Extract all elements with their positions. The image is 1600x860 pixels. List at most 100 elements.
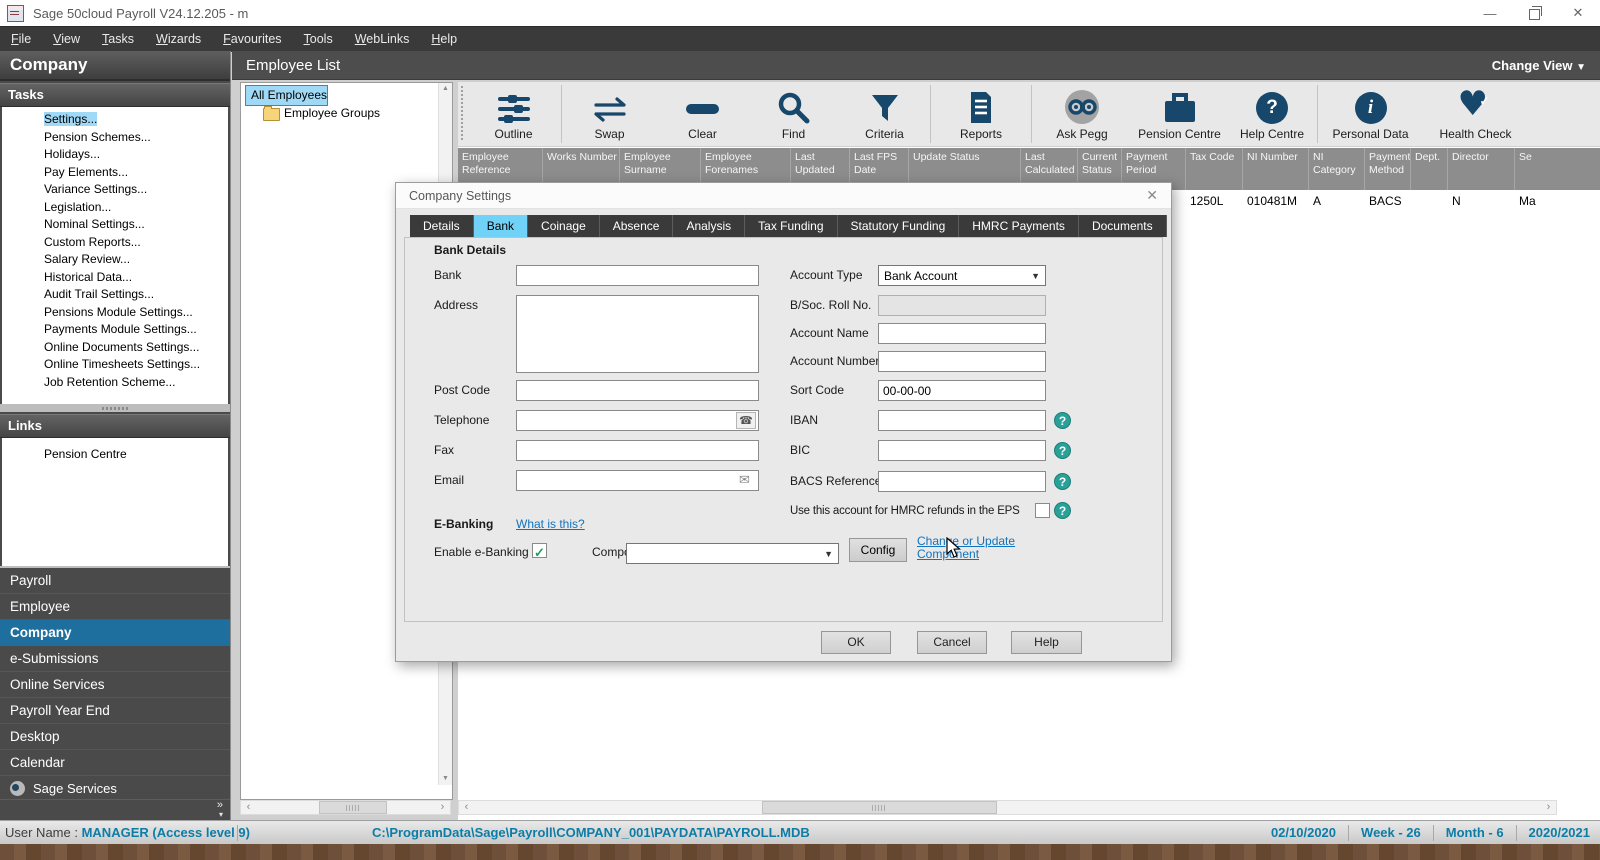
tab-absence[interactable]: Absence [599, 215, 674, 237]
column-header[interactable]: Se [1514, 148, 1600, 190]
close-button[interactable]: ✕ [1556, 0, 1600, 26]
email-input[interactable] [516, 470, 759, 491]
change-component-link-line1[interactable]: Change or Update [917, 534, 1015, 548]
account-number-input[interactable] [878, 351, 1046, 372]
task-item-job-retention[interactable]: Job Retention Scheme... [2, 374, 228, 392]
tree-horizontal-scrollbar[interactable]: ‹ › [240, 800, 451, 815]
nav-item-online-services[interactable]: Online Services [0, 672, 230, 698]
menu-item-help[interactable]: Help [420, 27, 468, 52]
toolbar-drag-handle[interactable] [458, 86, 466, 142]
sort-code-input[interactable] [878, 380, 1046, 401]
task-item-settings[interactable]: Settings... [2, 111, 228, 129]
telephone-input[interactable] [516, 410, 759, 431]
scroll-up-icon[interactable]: ▲ [442, 83, 449, 95]
scroll-right-icon[interactable]: › [435, 801, 450, 814]
tab-bank[interactable]: Bank [473, 215, 529, 237]
nav-item-desktop[interactable]: Desktop [0, 724, 230, 750]
tab-hmrc-payments[interactable]: HMRC Payments [959, 215, 1079, 237]
task-item-historical-data[interactable]: Historical Data... [2, 269, 228, 287]
cancel-button[interactable]: Cancel [917, 631, 987, 654]
tab-details[interactable]: Details [410, 215, 474, 237]
component-select[interactable]: ▼ [626, 543, 839, 564]
outline-button[interactable]: Outline [466, 82, 561, 146]
bic-input[interactable] [878, 440, 1046, 461]
phone-icon[interactable]: ☎ [736, 412, 756, 429]
address-textarea[interactable] [516, 295, 759, 373]
menu-item-tasks[interactable]: Tasks [91, 27, 145, 52]
task-item-salary-review[interactable]: Salary Review... [2, 251, 228, 269]
menu-item-view[interactable]: View [42, 27, 91, 52]
envelope-icon[interactable]: ✉ [739, 472, 750, 488]
scrollbar-track[interactable] [256, 801, 435, 814]
scroll-right-icon[interactable]: › [1541, 801, 1556, 814]
iban-input[interactable] [878, 410, 1046, 431]
nav-item-company[interactable]: Company [0, 620, 230, 646]
iban-help-icon[interactable]: ? [1054, 412, 1071, 429]
bacs-reference-input[interactable] [878, 471, 1046, 492]
nav-item-payroll[interactable]: Payroll [0, 568, 230, 594]
column-header[interactable]: Tax Code [1185, 148, 1242, 190]
task-item-pension-schemes[interactable]: Pension Schemes... [2, 129, 228, 147]
bic-help-icon[interactable]: ? [1054, 442, 1071, 459]
scroll-down-icon[interactable]: ▼ [442, 773, 449, 785]
swap-button[interactable]: Swap [562, 82, 657, 146]
task-item-legislation[interactable]: Legislation... [2, 199, 228, 217]
task-item-holidays[interactable]: Holidays... [2, 146, 228, 164]
column-header[interactable]: Payment Method [1364, 148, 1410, 190]
column-header[interactable]: Dept. [1410, 148, 1447, 190]
nav-item-sage-services[interactable]: Sage Services [0, 776, 230, 800]
scroll-left-icon[interactable]: ‹ [241, 801, 256, 814]
eps-help-icon[interactable]: ? [1054, 502, 1071, 519]
task-item-pensions-module[interactable]: Pensions Module Settings... [2, 304, 228, 322]
menu-item-weblinks[interactable]: WebLinks [344, 27, 421, 52]
nav-item-calendar[interactable]: Calendar [0, 750, 230, 776]
config-button[interactable]: Config [849, 538, 907, 562]
ok-button[interactable]: OK [821, 631, 891, 654]
tree-item-all-employees[interactable]: + All Employees [245, 84, 452, 106]
column-header[interactable]: NI Category [1308, 148, 1364, 190]
nav-item-e-submissions[interactable]: e-Submissions [0, 646, 230, 672]
link-item-pension-centre[interactable]: Pension Centre [2, 446, 228, 464]
what-is-this-link[interactable]: What is this? [516, 517, 585, 531]
minimize-button[interactable]: — [1468, 0, 1512, 26]
enable-ebanking-checkbox[interactable]: ✓ [532, 543, 547, 559]
column-header[interactable]: Director [1447, 148, 1514, 190]
criteria-button[interactable]: Criteria [839, 82, 930, 146]
dialog-close-icon[interactable]: ✕ [1146, 187, 1158, 204]
tab-analysis[interactable]: Analysis [673, 215, 746, 237]
task-item-pay-elements[interactable]: Pay Elements... [2, 164, 228, 182]
task-item-audit-trail[interactable]: Audit Trail Settings... [2, 286, 228, 304]
nav-overflow-bar[interactable]: » ▾ [0, 799, 230, 820]
help-centre-button[interactable]: ? Help Centre [1227, 82, 1317, 146]
tab-documents[interactable]: Documents [1078, 215, 1167, 237]
account-name-input[interactable] [878, 323, 1046, 344]
task-item-nominal-settings[interactable]: Nominal Settings... [2, 216, 228, 234]
pension-centre-button[interactable]: Pension Centre [1132, 82, 1227, 146]
ask-pegg-button[interactable]: Ask Pegg [1032, 82, 1132, 146]
menu-item-favourites[interactable]: Favourites [212, 27, 292, 52]
panel-splitter[interactable] [0, 404, 230, 412]
eps-refunds-checkbox[interactable] [1035, 503, 1050, 518]
tab-statutory-funding[interactable]: Statutory Funding [837, 215, 960, 237]
change-view-button[interactable]: Change View ▼ [1492, 58, 1586, 73]
find-button[interactable]: Find [748, 82, 839, 146]
health-check-button[interactable]: ♥ ✓ Health Check [1423, 82, 1528, 146]
menu-item-file[interactable]: File [0, 27, 42, 52]
bacs-help-icon[interactable]: ? [1054, 473, 1071, 490]
menu-item-tools[interactable]: Tools [293, 27, 344, 52]
personal-data-button[interactable]: i Personal Data [1318, 82, 1423, 146]
column-header[interactable]: NI Number [1242, 148, 1308, 190]
scrollbar-thumb[interactable] [318, 801, 387, 814]
clear-button[interactable]: Clear [657, 82, 748, 146]
help-button[interactable]: Help [1011, 631, 1082, 654]
restore-button[interactable] [1512, 0, 1556, 26]
account-type-select[interactable]: Bank Account ▼ [878, 265, 1046, 286]
list-horizontal-scrollbar[interactable]: ‹ › [458, 800, 1557, 815]
task-item-online-documents[interactable]: Online Documents Settings... [2, 339, 228, 357]
tree-item-employee-groups[interactable]: Employee Groups [263, 105, 452, 121]
scroll-left-icon[interactable]: ‹ [459, 801, 474, 814]
tab-tax-funding[interactable]: Tax Funding [745, 215, 838, 237]
nav-item-employee[interactable]: Employee [0, 594, 230, 620]
scrollbar-thumb[interactable] [762, 801, 997, 814]
task-item-custom-reports[interactable]: Custom Reports... [2, 234, 228, 252]
